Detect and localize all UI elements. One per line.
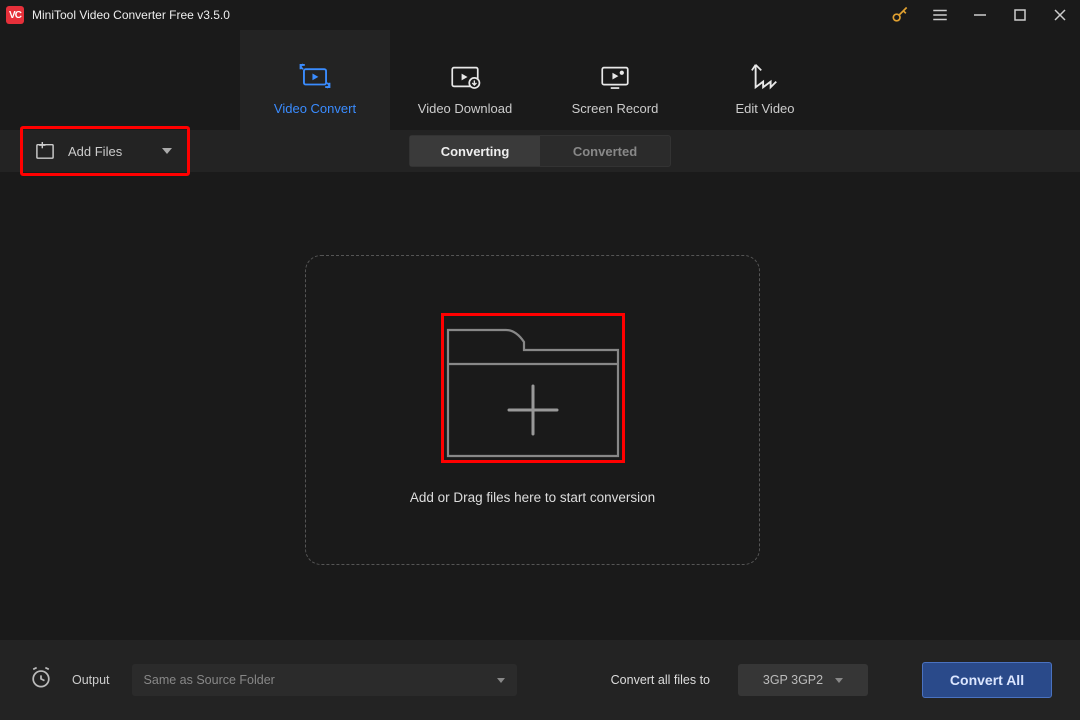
schedule-icon[interactable] (28, 665, 54, 696)
minimize-icon[interactable] (960, 0, 1000, 30)
convert-all-button[interactable]: Convert All (922, 662, 1052, 698)
tab-edit-video[interactable]: Edit Video (690, 30, 840, 130)
tab-label: Screen Record (572, 101, 659, 116)
main-tabs: Video Convert Video Download Screen Reco… (0, 30, 1080, 130)
add-files-label: Add Files (68, 144, 122, 159)
tab-label: Video Convert (274, 101, 356, 116)
bottom-bar: Output Same as Source Folder Convert all… (0, 640, 1080, 720)
app-logo-text: VC (9, 10, 21, 21)
app-title: MiniTool Video Converter Free v3.5.0 (32, 8, 230, 22)
upgrade-key-icon[interactable] (880, 0, 920, 30)
output-format-value: 3GP 3GP2 (763, 673, 823, 687)
chevron-down-icon (835, 678, 843, 683)
maximize-icon[interactable] (1000, 0, 1040, 30)
tab-video-download[interactable]: Video Download (390, 30, 540, 130)
tab-video-convert[interactable]: Video Convert (240, 30, 390, 130)
sub-tabs: Converting Converted (409, 135, 671, 167)
output-label: Output (72, 673, 110, 687)
menu-icon[interactable] (920, 0, 960, 30)
add-files-button[interactable]: Add Files (20, 130, 190, 172)
drop-zone-text: Add or Drag files here to start conversi… (410, 490, 655, 505)
sub-tab-converted[interactable]: Converted (540, 136, 670, 166)
tab-screen-record[interactable]: Screen Record (540, 30, 690, 130)
tab-label: Edit Video (735, 101, 794, 116)
close-icon[interactable] (1040, 0, 1080, 30)
convert-all-label: Convert all files to (611, 673, 710, 687)
chevron-down-icon (162, 148, 172, 154)
toolbar: Add Files Converting Converted (0, 130, 1080, 172)
title-bar: VC MiniTool Video Converter Free v3.5.0 (0, 0, 1080, 30)
tab-label: Video Download (418, 101, 512, 116)
sub-tab-converting[interactable]: Converting (410, 136, 540, 166)
drop-zone[interactable]: Add or Drag files here to start conversi… (305, 255, 760, 565)
output-folder-value: Same as Source Folder (144, 673, 275, 687)
chevron-down-icon (497, 678, 505, 683)
output-format-select[interactable]: 3GP 3GP2 (738, 664, 868, 696)
app-logo: VC (6, 6, 24, 24)
output-folder-select[interactable]: Same as Source Folder (132, 664, 517, 696)
add-folder-icon[interactable] (444, 316, 622, 460)
